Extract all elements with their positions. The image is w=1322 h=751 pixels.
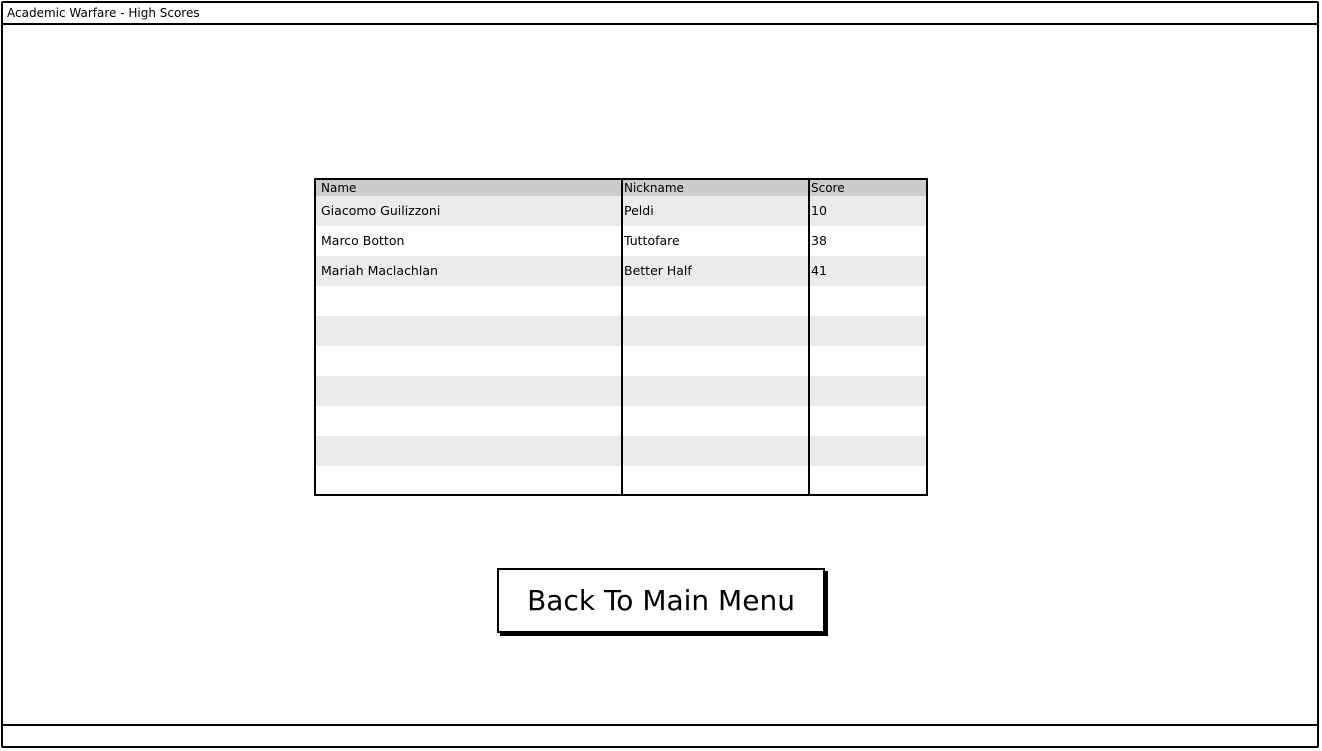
header-nickname[interactable]: Nickname (624, 181, 684, 195)
title-bar: Academic Warfare - High Scores (3, 3, 1317, 25)
header-name[interactable]: Name (321, 181, 356, 195)
column-divider[interactable] (621, 180, 623, 494)
back-to-main-menu-button[interactable]: Back To Main Menu (497, 568, 825, 633)
column-divider[interactable] (808, 180, 810, 494)
cell-name: Mariah Maclachlan (321, 263, 438, 278)
status-bar (3, 724, 1317, 746)
cell-name: Giacomo Guilizzoni (321, 203, 441, 218)
cell-nickname: Better Half (624, 263, 692, 278)
cell-score: 38 (811, 233, 827, 248)
high-scores-table: Name Nickname Score Giacomo Guilizzoni P… (314, 178, 928, 496)
cell-name: Marco Botton (321, 233, 405, 248)
cell-nickname: Tuttofare (624, 233, 680, 248)
cell-score: 10 (811, 203, 827, 218)
cell-nickname: Peldi (624, 203, 654, 218)
back-button-label: Back To Main Menu (527, 583, 795, 617)
header-score[interactable]: Score (811, 181, 845, 195)
window-title: Academic Warfare - High Scores (7, 6, 200, 20)
cell-score: 41 (811, 263, 827, 278)
